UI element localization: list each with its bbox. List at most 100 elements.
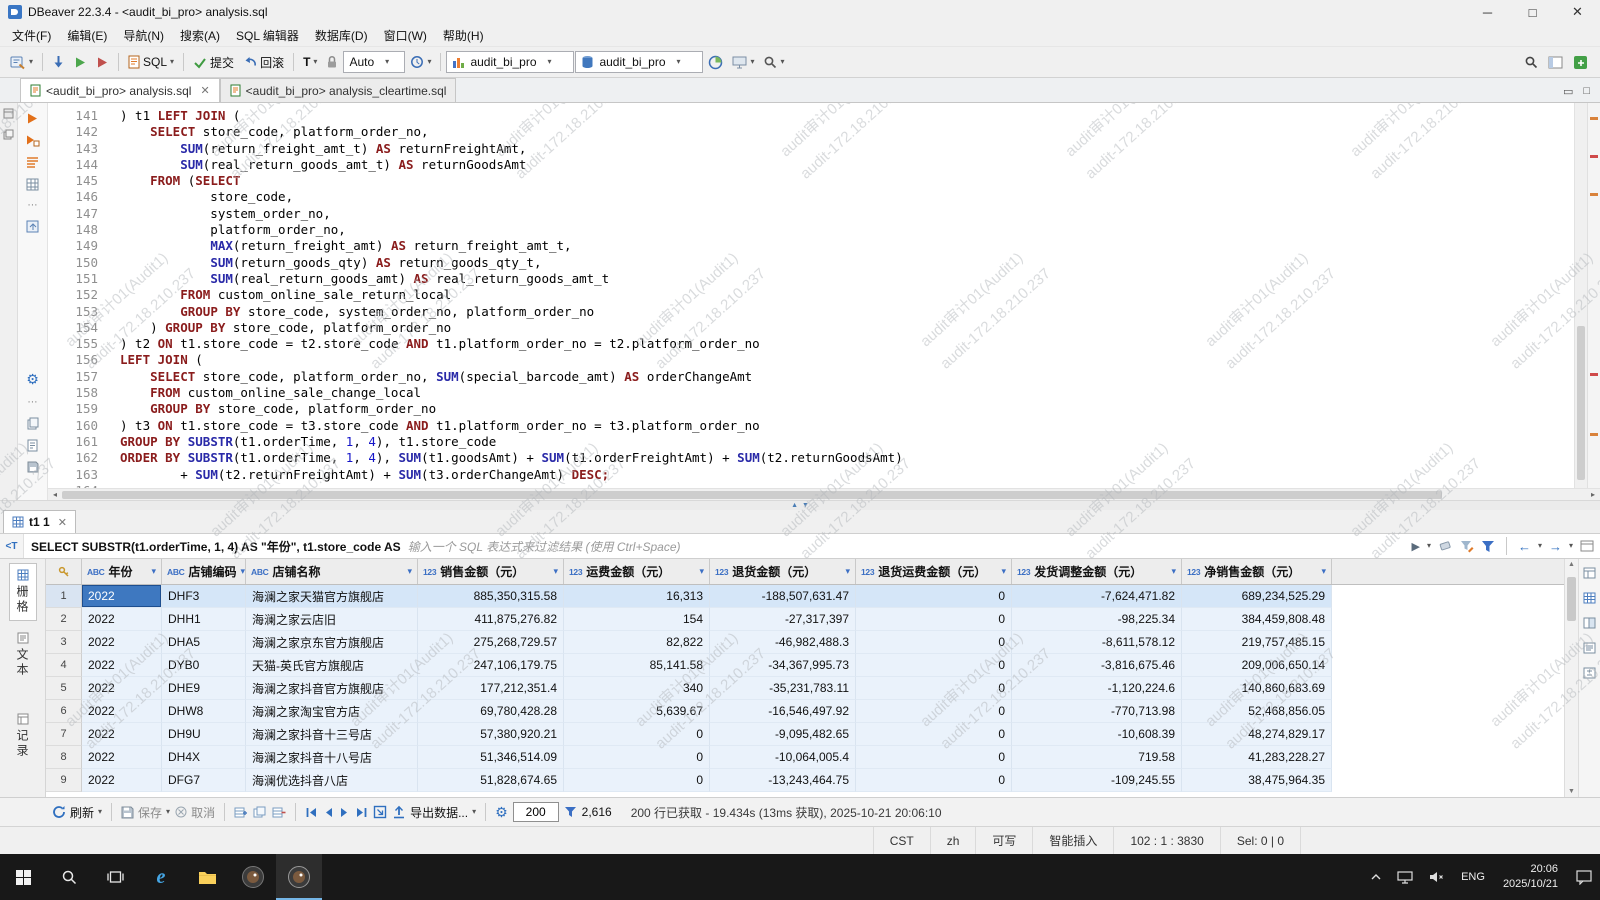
volume-icon[interactable]: [1421, 854, 1453, 900]
rollback-button[interactable]: 回滚: [239, 51, 288, 74]
add-row-icon[interactable]: [234, 806, 248, 819]
grid-cell[interactable]: 0: [564, 723, 710, 746]
row-number[interactable]: 3: [46, 631, 82, 654]
explain-plan-icon[interactable]: [26, 156, 39, 169]
record-panel-icon[interactable]: [1583, 567, 1596, 579]
grid-cell[interactable]: 340: [564, 677, 710, 700]
save-doc-icon[interactable]: [27, 461, 39, 473]
duplicate-row-icon[interactable]: [253, 806, 267, 819]
grid-cell[interactable]: DHH1: [162, 608, 246, 631]
grid-cell[interactable]: -34,367,995.73: [710, 654, 856, 677]
grid-cell[interactable]: 2022: [82, 723, 162, 746]
grid-cell[interactable]: 154: [564, 608, 710, 631]
grid-cell[interactable]: 0: [564, 746, 710, 769]
start-button[interactable]: [0, 854, 46, 900]
grid-vscrollbar[interactable]: ▲ ▼: [1564, 559, 1578, 797]
grid-cell[interactable]: 0: [856, 746, 1012, 769]
grid-cell[interactable]: 0: [564, 769, 710, 792]
maximize-button[interactable]: □: [1510, 0, 1555, 24]
grid-cell[interactable]: 海澜优选抖音八店: [246, 769, 418, 792]
grid-cell[interactable]: 177,212,351.4: [418, 677, 564, 700]
execute-script-icon[interactable]: [26, 134, 40, 147]
export-data-button[interactable]: 导出数据... ▾: [392, 804, 476, 821]
output-console-button[interactable]: ▾: [728, 53, 758, 72]
perspective-icon[interactable]: [1548, 56, 1563, 69]
column-header[interactable]: ABC年份▾: [82, 559, 162, 584]
menu-item[interactable]: 帮助(H): [435, 25, 492, 46]
text-view-tab[interactable]: 文本: [9, 626, 37, 684]
grid-cell[interactable]: 719.58: [1012, 746, 1182, 769]
tab-analysis-sql[interactable]: <audit_bi_pro> analysis.sql ✕: [20, 78, 220, 102]
grid-cell[interactable]: 69,780,428.28: [418, 700, 564, 723]
metadata-panel-icon[interactable]: [1583, 642, 1596, 654]
menu-item[interactable]: 导航(N): [115, 25, 172, 46]
execute-script-icon[interactable]: [92, 53, 113, 72]
calc-panel-icon[interactable]: [1583, 667, 1596, 679]
grid-cell[interactable]: DHF3: [162, 585, 246, 608]
grid-panel-icon[interactable]: [1583, 592, 1596, 604]
clear-filter-icon[interactable]: [1438, 540, 1453, 552]
grid-cell[interactable]: 57,380,920.21: [418, 723, 564, 746]
grid-cell[interactable]: -770,713.98: [1012, 700, 1182, 723]
grid-cell[interactable]: -9,095,482.65: [710, 723, 856, 746]
grid-cell[interactable]: 2022: [82, 608, 162, 631]
network-icon[interactable]: [1389, 854, 1421, 900]
grid-cell[interactable]: -188,507,631.47: [710, 585, 856, 608]
results-tab-t1[interactable]: t1 1 ✕: [3, 510, 76, 533]
grid-cell[interactable]: 38,475,964.35: [1182, 769, 1332, 792]
grid-cell[interactable]: -27,317,397: [710, 608, 856, 631]
transaction-log-button[interactable]: ▾: [406, 52, 435, 72]
grid-cell[interactable]: 2022: [82, 631, 162, 654]
transaction-mode-button[interactable]: T ▾: [299, 52, 321, 72]
grid-cell[interactable]: -13,243,464.75: [710, 769, 856, 792]
grid-cell[interactable]: 689,234,525.29: [1182, 585, 1332, 608]
grid-cell[interactable]: 2022: [82, 585, 162, 608]
grid-cell[interactable]: 0: [856, 631, 1012, 654]
commit-button[interactable]: 提交: [189, 51, 238, 74]
row-number[interactable]: 9: [46, 769, 82, 792]
copy-icon[interactable]: [27, 417, 39, 430]
column-header[interactable]: 123退货金额（元）▾: [710, 559, 856, 584]
grid-cell[interactable]: 0: [856, 585, 1012, 608]
fetch-size-input[interactable]: [513, 802, 559, 822]
row-number[interactable]: 5: [46, 677, 82, 700]
grid-cell[interactable]: 5,639.67: [564, 700, 710, 723]
ie-icon[interactable]: e: [138, 854, 184, 900]
tray-chevron-icon[interactable]: [1363, 854, 1389, 900]
schema-select[interactable]: audit_bi_pro ▾: [575, 51, 703, 73]
taskbar-clock[interactable]: 20:06 2025/10/21: [1493, 862, 1568, 893]
editor-results-sash[interactable]: ▲ ▼: [0, 500, 1600, 510]
first-page-icon[interactable]: [305, 806, 318, 819]
column-header[interactable]: 123运费金额（元）▾: [564, 559, 710, 584]
next-page-icon[interactable]: [339, 806, 350, 819]
file-explorer-icon[interactable]: [184, 854, 230, 900]
menu-item[interactable]: 文件(F): [4, 25, 59, 46]
row-number[interactable]: 2: [46, 608, 82, 631]
grid-mode-icon[interactable]: [26, 178, 39, 191]
grid-cell[interactable]: 885,350,315.58: [418, 585, 564, 608]
grid-cell[interactable]: DH9U: [162, 723, 246, 746]
history-back-icon[interactable]: ←: [1518, 539, 1531, 554]
grid-settings-gear-icon[interactable]: ⚙: [495, 804, 508, 821]
grid-cell[interactable]: 209,006,650.14: [1182, 654, 1332, 677]
column-header[interactable]: 123净销售金额（元）▾: [1182, 559, 1332, 584]
row-number[interactable]: 6: [46, 700, 82, 723]
grid-cell[interactable]: 2022: [82, 700, 162, 723]
grid-cell[interactable]: 海澜之家抖音官方旗舰店: [246, 677, 418, 700]
editor-vscrollbar[interactable]: [1574, 103, 1587, 488]
row-number[interactable]: 7: [46, 723, 82, 746]
apply-filter-icon[interactable]: ▶: [1411, 540, 1419, 553]
grid-cell[interactable]: 天猫-英氏官方旗舰店: [246, 654, 418, 677]
grid-cell[interactable]: 2022: [82, 677, 162, 700]
grid-cell[interactable]: -1,120,224.6: [1012, 677, 1182, 700]
grid-cell[interactable]: 2022: [82, 769, 162, 792]
record-mode-tab[interactable]: 记录: [9, 707, 37, 765]
open-view-icon[interactable]: [1573, 55, 1588, 70]
execute-query-icon[interactable]: [26, 112, 39, 125]
editor-hscrollbar[interactable]: ◂ ▸: [48, 488, 1600, 500]
cancel-button[interactable]: 取消: [175, 804, 215, 821]
close-results-tab-icon[interactable]: ✕: [58, 516, 67, 529]
grid-cell[interactable]: 411,875,276.82: [418, 608, 564, 631]
execute-statement-icon[interactable]: [70, 53, 91, 72]
grid-cell[interactable]: 2022: [82, 746, 162, 769]
